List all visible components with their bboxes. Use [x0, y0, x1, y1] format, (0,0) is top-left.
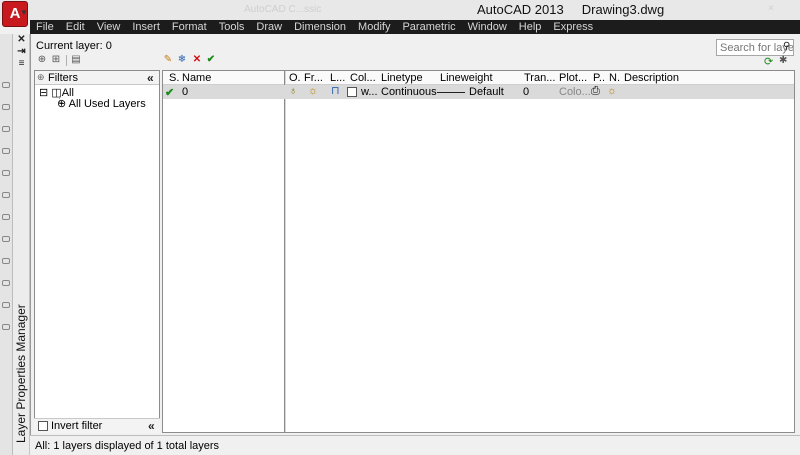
- background-window-close-icon: ×: [768, 3, 774, 14]
- layer-color[interactable]: w...: [361, 86, 378, 98]
- arc-tool-icon[interactable]: [2, 148, 10, 154]
- filter-tree-header: ⊕ Filters «: [35, 71, 159, 85]
- current-layer-label: Current layer: 0: [36, 40, 112, 52]
- new-layer-vp-frozen-icon[interactable]: ❄: [176, 54, 188, 66]
- set-current-icon[interactable]: ✔: [205, 54, 217, 66]
- invert-filter-row: Invert filter «: [34, 418, 160, 433]
- layer-plot-style: Colo...: [559, 86, 591, 98]
- new-layer-icon[interactable]: ✎: [162, 54, 174, 66]
- collapse-filter-pane-button[interactable]: «: [147, 71, 154, 85]
- layer-lineweight[interactable]: Default: [469, 86, 504, 98]
- column-linetype[interactable]: Linetype: [381, 72, 423, 84]
- layer-states-manager-icon[interactable]: ▤: [70, 54, 82, 66]
- palette-properties-icon[interactable]: ≡: [16, 58, 27, 69]
- column-splitter[interactable]: [284, 71, 286, 432]
- new-group-filter-icon[interactable]: ⊞: [50, 54, 62, 66]
- menu-modify[interactable]: Modify: [358, 21, 390, 33]
- tree-item-used-label: All Used Layers: [68, 98, 146, 110]
- column-freeze[interactable]: Fr...: [304, 72, 323, 84]
- column-lineweight[interactable]: Lineweight: [440, 72, 493, 84]
- document-title: Drawing3.dwg: [581, 2, 665, 17]
- menu-insert[interactable]: Insert: [132, 21, 160, 33]
- palette-autohide-icon[interactable]: ⇥: [16, 46, 27, 57]
- table-row[interactable]: ✔ 0 ♁ ☼ ⊓ w... Continuous Default 0 Colo…: [163, 85, 794, 99]
- menu-dimension[interactable]: Dimension: [294, 21, 346, 33]
- column-status[interactable]: S.: [169, 72, 179, 84]
- layer-name[interactable]: 0: [182, 86, 188, 98]
- lightbulb-on-icon[interactable]: ♁: [289, 86, 297, 97]
- layer-transparency[interactable]: 0: [523, 86, 529, 98]
- ellipse-tool-icon[interactable]: [2, 214, 10, 220]
- polygon-tool-icon[interactable]: [2, 126, 10, 132]
- unlock-icon[interactable]: ⊓: [331, 86, 340, 97]
- insert-block-icon[interactable]: [2, 236, 10, 242]
- current-layer-check-icon: ✔: [165, 87, 175, 99]
- menu-edit[interactable]: Edit: [66, 21, 85, 33]
- line-tool-icon[interactable]: [2, 82, 10, 88]
- tree-item-all-used-layers[interactable]: ⊕ All Used Layers: [57, 97, 146, 110]
- background-window-title: AutoCAD C...ssic: [244, 4, 322, 15]
- new-vp-freeze-icon[interactable]: ☼: [607, 86, 617, 97]
- column-description[interactable]: Description: [624, 72, 679, 84]
- layer-list-header: S. Name O. Fr... L... Col... Linetype Li…: [163, 71, 794, 85]
- table-tool-icon[interactable]: [2, 324, 10, 330]
- printer-icon[interactable]: ⎙: [591, 86, 600, 97]
- toolbar-separator: [66, 55, 67, 66]
- collapse-filter-pane-button-bottom[interactable]: «: [148, 419, 155, 433]
- invert-filter-checkbox[interactable]: [38, 421, 48, 431]
- column-name[interactable]: Name: [182, 72, 211, 84]
- menu-view[interactable]: View: [97, 21, 121, 33]
- menu-bar: File Edit View Insert Format Tools Draw …: [30, 20, 800, 34]
- point-tool-icon[interactable]: [2, 258, 10, 264]
- menu-draw[interactable]: Draw: [256, 21, 282, 33]
- layer-linetype[interactable]: Continuous: [381, 86, 437, 98]
- polyline-tool-icon[interactable]: [2, 104, 10, 110]
- title-bar: A ▼ AutoCAD C...ssic × AutoCAD 2013 Draw…: [0, 0, 800, 27]
- search-icon: ⚲: [783, 41, 791, 52]
- filter-icon: ⊕: [37, 72, 45, 82]
- column-plot[interactable]: P..: [593, 72, 605, 84]
- column-plot-style[interactable]: Plot...: [559, 72, 587, 84]
- chevron-down-icon: ▼: [20, 8, 28, 17]
- menu-help[interactable]: Help: [519, 21, 542, 33]
- autocad-logo-icon: A: [9, 5, 21, 22]
- menu-parametric[interactable]: Parametric: [402, 21, 455, 33]
- new-property-filter-icon[interactable]: ⊕: [36, 54, 48, 66]
- column-transparency[interactable]: Tran...: [524, 72, 555, 84]
- menu-tools[interactable]: Tools: [219, 21, 245, 33]
- palette-close-button[interactable]: ✕: [16, 34, 27, 45]
- refresh-icon[interactable]: ⟳: [764, 55, 773, 68]
- filters-heading: Filters: [48, 72, 78, 84]
- circle-tool-icon[interactable]: [2, 170, 10, 176]
- column-new-vp-freeze[interactable]: N.: [609, 72, 620, 84]
- sun-thaw-icon[interactable]: ☼: [308, 86, 318, 97]
- status-bar: All: 1 layers displayed of 1 total layer…: [30, 435, 800, 455]
- settings-icon[interactable]: ✱: [779, 55, 787, 66]
- menu-file[interactable]: File: [36, 21, 54, 33]
- delete-layer-icon[interactable]: ✕: [191, 54, 203, 66]
- layer-list: S. Name O. Fr... L... Col... Linetype Li…: [162, 70, 795, 433]
- palette-title: Layer Properties Manager: [14, 304, 28, 443]
- hatch-tool-icon[interactable]: [2, 280, 10, 286]
- color-swatch[interactable]: [347, 87, 357, 97]
- tree-expand-icon[interactable]: ⊟: [39, 87, 48, 99]
- invert-filter-label: Invert filter: [51, 420, 103, 432]
- column-lock[interactable]: L...: [330, 72, 345, 84]
- status-text: All: 1 layers displayed of 1 total layer…: [35, 440, 220, 452]
- region-tool-icon[interactable]: [2, 302, 10, 308]
- column-color[interactable]: Col...: [350, 72, 376, 84]
- draw-toolbar: [0, 34, 13, 455]
- menu-express[interactable]: Express: [553, 21, 593, 33]
- window-title: AutoCAD 2013 Drawing3.dwg: [477, 2, 664, 17]
- lineweight-sample: [437, 92, 465, 93]
- menu-window[interactable]: Window: [468, 21, 507, 33]
- filter-tree-pane: ⊕ Filters « ⊟ ◫All ⊕ All Used Layers: [34, 70, 160, 433]
- spline-tool-icon[interactable]: [2, 192, 10, 198]
- app-title: AutoCAD 2013: [477, 2, 564, 17]
- layer-properties-manager: Current layer: 0 ⚲ ⊕ ⊞ ▤ ✎ ❄ ✕ ✔ ⟳ ✱ ⊕ F…: [30, 34, 800, 455]
- menu-format[interactable]: Format: [172, 21, 207, 33]
- column-on[interactable]: O.: [289, 72, 301, 84]
- used-layers-filter-icon: ⊕: [57, 98, 67, 110]
